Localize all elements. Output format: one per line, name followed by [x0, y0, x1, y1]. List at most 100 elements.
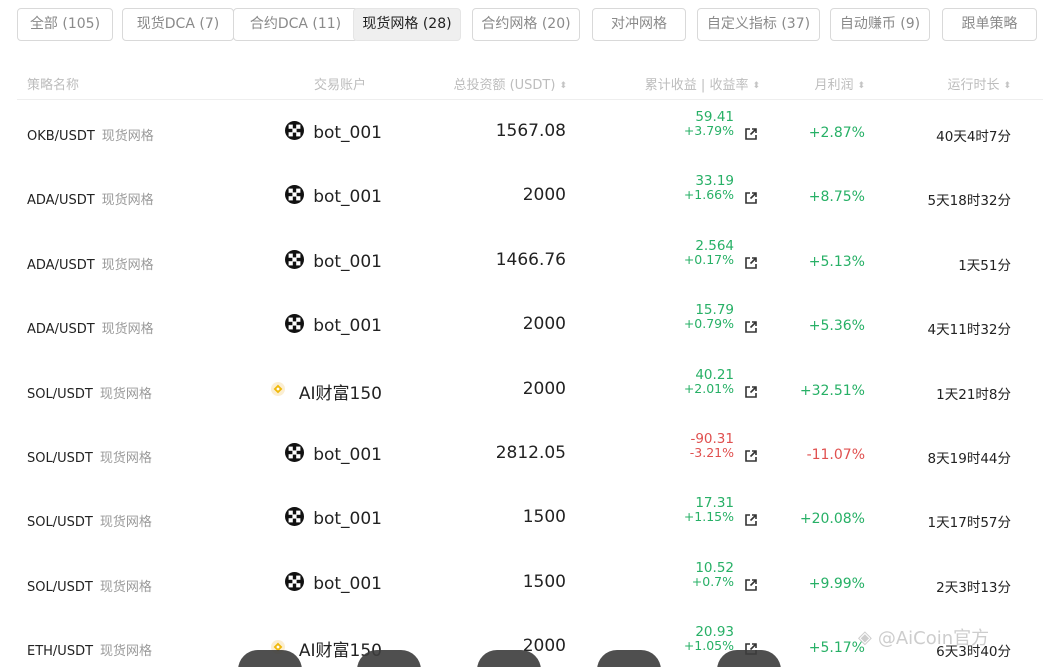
okx-logo-icon: [285, 185, 305, 209]
column-duration[interactable]: 运行时长 ⬍: [947, 74, 1011, 93]
floating-button[interactable]: [357, 650, 421, 667]
cumulative-pnl: -90.31 -3.21%: [690, 432, 734, 459]
strategy-type: 现货网格: [101, 129, 154, 144]
cumulative-pnl: 33.19 +1.66%: [683, 175, 734, 203]
total-investment: 1500: [522, 571, 566, 592]
floating-button[interactable]: [238, 650, 302, 667]
tab-3[interactable]: 现货网格 (28): [353, 8, 461, 41]
binance-logo-icon: [270, 381, 285, 401]
cumulative-pnl: 17.31 +1.15%: [683, 497, 734, 525]
tab-5[interactable]: 对冲网格: [592, 8, 686, 41]
account-name: bot_001: [313, 445, 382, 465]
strategy-name: SOL/USDT 现货网格: [27, 447, 152, 466]
strategy-type: 现货网格: [99, 386, 152, 402]
cumulative-pnl: 40.21 +2.01%: [683, 366, 734, 396]
run-duration: 40天4时7分: [936, 129, 1011, 145]
monthly-profit: +5.13%: [808, 253, 865, 270]
monthly-profit: +8.75%: [808, 189, 865, 206]
share-icon[interactable]: [744, 577, 758, 596]
strategy-name: SOL/USDT 现货网格: [27, 576, 152, 595]
pnl-rate: +2.01%: [683, 380, 734, 396]
table-row[interactable]: OKB/USDT 现货网格 bot_001 1567.08 59.41 +3.79% +2.…: [0, 102, 1043, 166]
table-row[interactable]: SOL/USDT 现货网格 bot_001 2812.05 -90.31 -3.21% -1…: [0, 424, 1043, 488]
share-icon[interactable]: [744, 255, 758, 274]
trading-account: bot_001: [285, 314, 382, 338]
share-icon[interactable]: [744, 448, 758, 467]
pnl-amount: 10.52: [695, 559, 734, 576]
pair-label: ADA/USDT: [27, 193, 95, 209]
table-row[interactable]: SOL/USDT 现货网格 AI财富150 2000 40.21 +2.01% +32.51…: [0, 360, 1043, 424]
sort-icon: ⬍: [559, 81, 567, 91]
pnl-rate: +1.66%: [683, 187, 734, 203]
monthly-profit: +5.17%: [808, 640, 865, 657]
account-name: bot_001: [313, 187, 382, 208]
tab-7[interactable]: 自动赚币 (9): [830, 8, 930, 41]
floating-button[interactable]: [597, 650, 661, 667]
monthly-profit: +9.99%: [808, 575, 865, 592]
trading-account: AI财富150: [270, 379, 382, 404]
total-investment: 1567.08: [495, 121, 566, 141]
share-icon[interactable]: [744, 384, 758, 403]
total-investment: 1466.76: [495, 249, 566, 270]
strategy-name: OKB/USDT 现货网格: [27, 125, 154, 144]
total-investment: 1500: [522, 507, 566, 528]
share-icon[interactable]: [744, 512, 758, 531]
table-row[interactable]: SOL/USDT 现货网格 bot_001 1500 17.31 +1.15% +20.08…: [0, 488, 1043, 552]
pair-label: OKB/USDT: [27, 129, 95, 144]
account-name: bot_001: [313, 509, 382, 530]
run-duration: 1天51分: [958, 257, 1011, 274]
tab-0[interactable]: 全部 (105): [17, 8, 113, 41]
table-row[interactable]: ADA/USDT 现货网格 bot_001 1466.76 2.564 +0.17% +5.…: [0, 231, 1043, 295]
tab-4[interactable]: 合约网格 (20): [472, 8, 580, 41]
strategy-type: 现货网格: [100, 644, 153, 660]
pair-label: ADA/USDT: [27, 257, 95, 273]
run-duration: 2天3时13分: [936, 579, 1011, 596]
trading-account: bot_001: [285, 121, 382, 145]
account-name: bot_001: [313, 123, 382, 143]
share-icon[interactable]: [744, 190, 758, 209]
cumulative-pnl: 59.41 +3.79%: [684, 110, 734, 137]
account-name: bot_001: [313, 251, 382, 272]
column-pnl[interactable]: 累计收益 | 收益率 ⬍: [645, 74, 760, 93]
run-duration: 8天19时44分: [927, 451, 1011, 467]
run-duration: 4天11时32分: [927, 322, 1011, 339]
monthly-profit: +20.08%: [799, 511, 865, 528]
pnl-rate: +1.15%: [683, 509, 734, 525]
monthly-profit: -11.07%: [806, 447, 865, 463]
cumulative-pnl: 10.52 +0.7%: [692, 559, 734, 588]
pair-label: SOL/USDT: [27, 386, 93, 402]
column-account: 交易账户: [313, 78, 366, 93]
tab-8[interactable]: 跟单策略: [942, 8, 1037, 41]
table-row[interactable]: SOL/USDT 现货网格 bot_001 1500 10.52 +0.7% +9.99% 2…: [0, 553, 1043, 617]
trading-account: bot_001: [285, 249, 382, 274]
strategy-name: SOL/USDT 现货网格: [27, 383, 152, 402]
strategy-type: 现货网格: [101, 257, 154, 273]
pair-label: ETH/USDT: [27, 644, 94, 660]
pnl-amount: 40.21: [695, 366, 734, 383]
run-duration: 1天17时57分: [927, 515, 1011, 532]
tab-6[interactable]: 自定义指标 (37): [697, 8, 820, 41]
table-row[interactable]: ADA/USDT 现货网格 bot_001 2000 33.19 +1.66% +8.75%…: [0, 166, 1043, 230]
tab-1[interactable]: 现货DCA (7): [122, 8, 234, 41]
column-monthly[interactable]: 月利润 ⬍: [814, 74, 865, 93]
okx-logo-icon: [285, 249, 305, 274]
strategy-type: 现货网格: [101, 322, 154, 338]
cumulative-pnl: 2.564 +0.17%: [683, 239, 734, 267]
account-name: bot_001: [313, 573, 382, 594]
strategy-type: 现货网格: [99, 451, 152, 466]
sort-icon: ⬍: [752, 81, 760, 91]
strategy-name: ADA/USDT 现货网格: [27, 254, 154, 273]
tab-2[interactable]: 合约DCA (11): [233, 8, 358, 41]
share-icon[interactable]: [744, 319, 758, 338]
strategy-type: 现货网格: [101, 193, 154, 209]
floating-button[interactable]: [717, 650, 781, 667]
floating-button[interactable]: [477, 650, 541, 667]
strategy-type: 现货网格: [99, 579, 152, 595]
strategy-name: ADA/USDT 现货网格: [27, 318, 154, 337]
strategy-type: 现货网格: [99, 515, 152, 531]
pnl-rate: +0.17%: [683, 251, 734, 267]
share-icon[interactable]: [744, 126, 758, 145]
aicoin-logo-icon: ◈: [858, 626, 872, 648]
column-investment[interactable]: 总投资额 (USDT) ⬍: [453, 74, 567, 93]
table-row[interactable]: ADA/USDT 现货网格 bot_001 2000 15.79 +0.79% +5.36%…: [0, 295, 1043, 359]
